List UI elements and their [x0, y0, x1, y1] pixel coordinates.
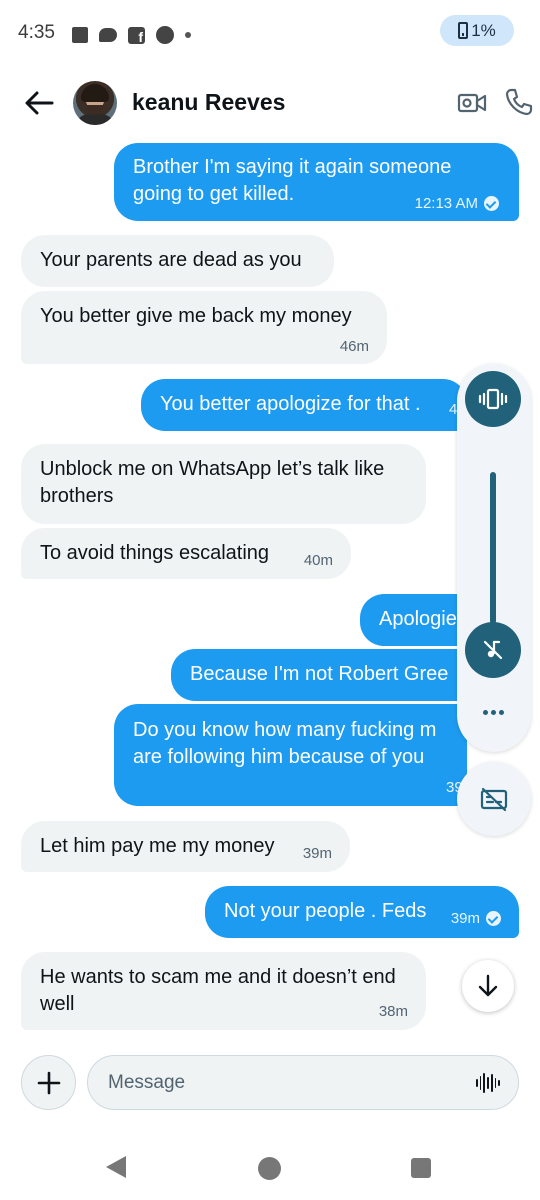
- message-timestamp: 40m: [303, 552, 333, 569]
- dot-icon: [185, 32, 191, 38]
- scroll-to-bottom-button[interactable]: [462, 960, 514, 1012]
- message-timestamp: 38m: [378, 1003, 408, 1020]
- volume-slider-track[interactable]: [490, 472, 496, 624]
- caption-off-icon: [480, 787, 508, 812]
- vibrate-mode-button[interactable]: [465, 371, 521, 427]
- message-bubble-outgoing[interactable]: You better apologize for that . 4: [141, 379, 467, 431]
- facebook-icon: f: [128, 26, 145, 44]
- square-icon: [72, 27, 88, 43]
- message-text: Because I'm not Robert Gree: [190, 663, 449, 685]
- message-composer: [87, 1055, 519, 1110]
- message-timestamp: 12:13 AM: [414, 195, 478, 212]
- contact-name[interactable]: keanu Reeves: [132, 89, 285, 116]
- message-bubble-outgoing[interactable]: Brother I'm saying it again someone goin…: [114, 143, 519, 221]
- message-text: Do you know how many fucking m are follo…: [133, 719, 437, 768]
- nav-home-icon[interactable]: [258, 1157, 281, 1180]
- message-input[interactable]: [108, 1056, 468, 1109]
- message-bubble-outgoing[interactable]: Do you know how many fucking m are follo…: [114, 704, 467, 806]
- add-attachment-button[interactable]: [21, 1055, 76, 1110]
- battery-level: 1%: [471, 20, 496, 40]
- voice-message-icon[interactable]: [476, 1072, 501, 1094]
- message-bubble-incoming[interactable]: To avoid things escalating 40m: [21, 528, 351, 579]
- read-check-icon: [484, 196, 499, 211]
- message-text: Let him pay me my money: [40, 835, 275, 857]
- arrow-down-icon: [478, 974, 498, 997]
- message-text: You better give me back my money: [40, 305, 352, 327]
- plus-icon: [37, 1071, 60, 1094]
- status-time: 4:35: [18, 22, 55, 43]
- message-bubble-outgoing[interactable]: Because I'm not Robert Gree: [171, 649, 467, 701]
- nav-back-icon[interactable]: [106, 1156, 126, 1178]
- more-options-icon[interactable]: [478, 702, 508, 722]
- conversation-header: keanu Reeves: [0, 70, 540, 136]
- message-text: Apologie: [379, 608, 457, 630]
- battery-indicator: 1%: [440, 15, 514, 46]
- vibrate-icon: [478, 388, 508, 410]
- message-bubble-incoming[interactable]: You better give me back my money 46m: [21, 291, 387, 364]
- live-caption-button[interactable]: [457, 762, 531, 836]
- phone-call-icon[interactable]: [503, 86, 535, 118]
- message-bubble-incoming[interactable]: He wants to scam me and it doesn’t end w…: [21, 952, 426, 1030]
- message-text: You better apologize for that .: [160, 393, 421, 415]
- read-check-icon: [486, 911, 501, 926]
- message-bubble-outgoing[interactable]: Not your people . Feds 39m: [205, 886, 519, 938]
- message-text: Unblock me on WhatsApp let’s talk like b…: [40, 458, 385, 507]
- message-text: Not your people . Feds: [224, 900, 427, 922]
- music-muted-icon: [483, 640, 503, 660]
- message-timestamp: 46m: [339, 338, 369, 355]
- message-text: He wants to scam me and it doesn’t end w…: [40, 966, 396, 1015]
- message-bubble-incoming[interactable]: Unblock me on WhatsApp let’s talk like b…: [21, 444, 426, 524]
- circle-icon: [156, 26, 174, 44]
- chat-bubble-icon: [99, 28, 117, 42]
- message-bubble-incoming[interactable]: Your parents are dead as you: [21, 235, 334, 287]
- back-arrow-icon[interactable]: [22, 86, 56, 120]
- video-call-icon[interactable]: [456, 87, 488, 119]
- volume-slider-thumb[interactable]: [465, 622, 521, 678]
- status-bar: 4:35 f 1%: [0, 0, 540, 66]
- message-text: To avoid things escalating: [40, 542, 270, 564]
- nav-recents-icon[interactable]: [411, 1158, 431, 1178]
- message-bubble-outgoing[interactable]: Apologie: [360, 594, 467, 646]
- battery-icon: [458, 22, 469, 39]
- message-timestamp: 39m: [450, 910, 480, 927]
- message-bubble-incoming[interactable]: Let him pay me my money 39m: [21, 821, 350, 872]
- avatar[interactable]: [73, 81, 117, 125]
- message-timestamp: 39m: [302, 845, 332, 862]
- notification-icons: f: [72, 25, 191, 45]
- message-text: Your parents are dead as you: [40, 249, 302, 271]
